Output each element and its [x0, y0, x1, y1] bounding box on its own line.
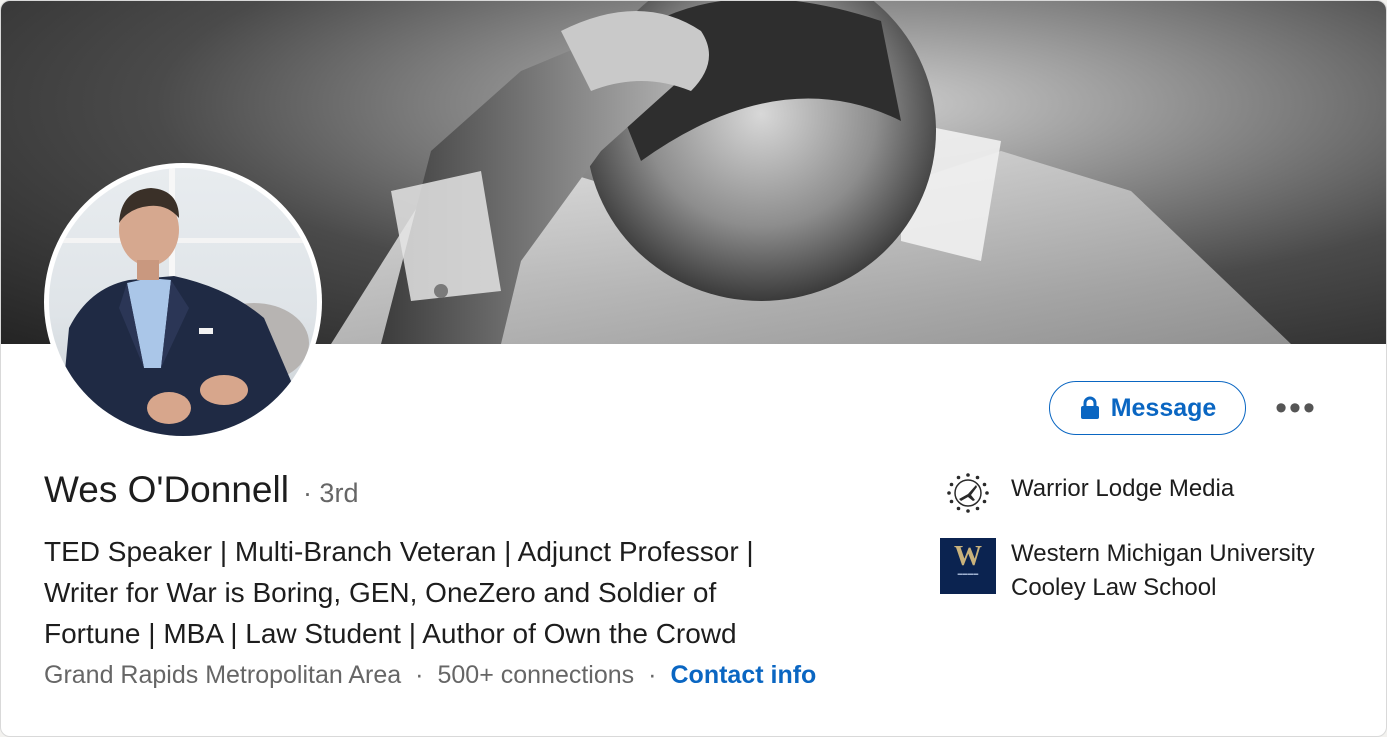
wmu-logo-rule: ▬▬▬▬: [957, 571, 979, 577]
separator: ·: [648, 661, 657, 689]
headline-line: TED Speaker | Multi-Branch Veteran | Adj…: [44, 536, 754, 567]
wmu-logo-letter: W: [954, 541, 982, 572]
message-button-label: Message: [1110, 393, 1217, 422]
profile-card: Message ••• Wes O'Donnell · 3rd TED Spea…: [0, 0, 1387, 737]
headline-line: Writer for War is Boring, GEN, OneZero a…: [44, 577, 717, 608]
org-current-company[interactable]: Warrior Lodge Media: [939, 472, 1371, 514]
location-text: Grand Rapids Metropolitan Area: [44, 661, 402, 689]
wmu-w-logo: W ▬▬▬▬: [940, 538, 996, 594]
company-name: Warrior Lodge Media: [1011, 475, 1235, 502]
ellipsis-icon: •••: [1275, 388, 1317, 427]
org-education[interactable]: W ▬▬▬▬ Western Michigan University Coole…: [939, 537, 1371, 605]
message-button[interactable]: Message: [1049, 381, 1246, 435]
name-row: Wes O'Donnell · 3rd: [44, 469, 358, 511]
star-ring-jet-icon: [939, 472, 997, 514]
school-logo: W ▬▬▬▬: [939, 537, 997, 595]
profile-photo-image: [49, 168, 317, 436]
profile-name: Wes O'Donnell: [44, 469, 289, 510]
profile-photo[interactable]: [44, 163, 322, 441]
school-name: Western Michigan University Cooley Law S…: [1011, 540, 1315, 601]
profile-meta: Grand Rapids Metropolitan Area · 500+ co…: [44, 661, 816, 690]
separator: ·: [415, 661, 424, 689]
contact-info-link[interactable]: Contact info: [671, 661, 817, 690]
connection-degree: · 3rd: [302, 478, 359, 508]
profile-headline: TED Speaker | Multi-Branch Veteran | Adj…: [44, 531, 864, 654]
headline-line: Fortune | MBA | Law Student | Author of …: [44, 618, 737, 649]
lock-icon: [1079, 396, 1101, 420]
more-actions-button[interactable]: •••: [1267, 386, 1325, 430]
connections-count: 500+ connections: [437, 661, 635, 689]
